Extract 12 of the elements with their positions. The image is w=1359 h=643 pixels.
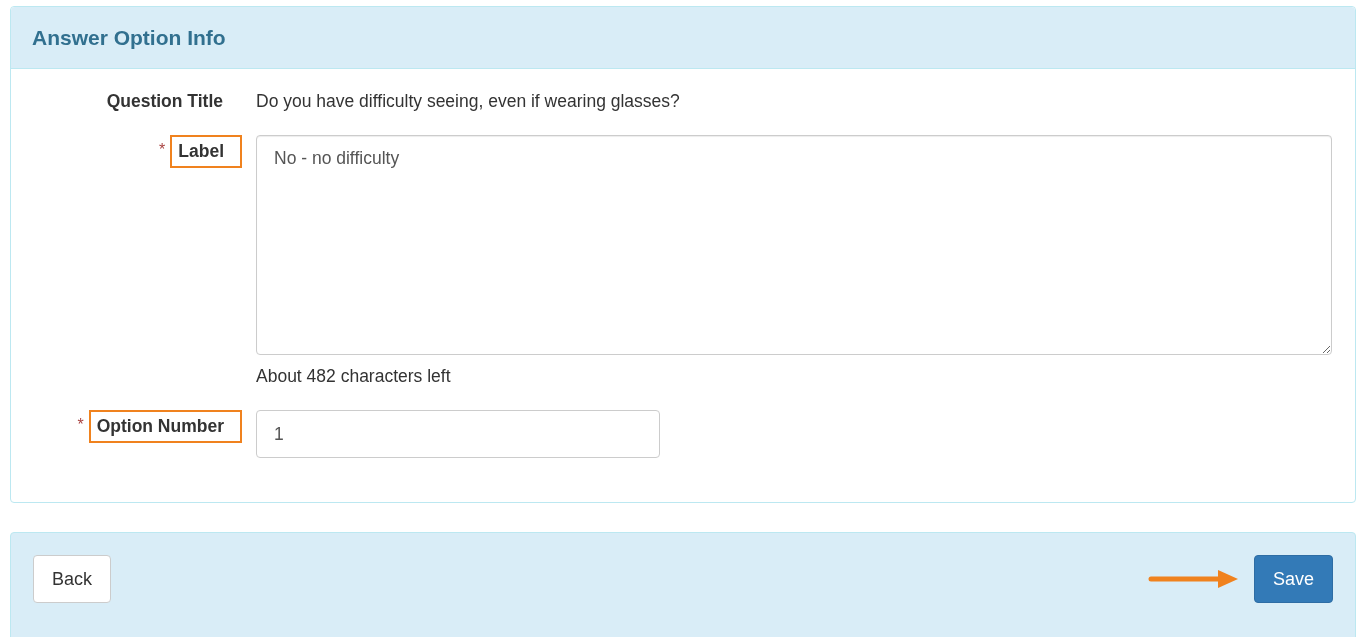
back-button[interactable]: Back bbox=[33, 555, 112, 603]
required-mark: * bbox=[77, 416, 84, 434]
field-label: Question Title bbox=[106, 91, 223, 112]
field-label: Option Number bbox=[88, 410, 242, 443]
option-number-field[interactable]: 1 bbox=[256, 410, 660, 458]
label-textarea[interactable]: No - no difficulty bbox=[256, 135, 1332, 355]
question-text: Do you have difficulty seeing, even if wearing glasses? bbox=[256, 91, 681, 112]
characters-left-text: About 482 characters left bbox=[256, 366, 452, 387]
panel-title: Answer Option Info bbox=[32, 25, 226, 50]
save-button[interactable]: Save bbox=[1253, 555, 1333, 603]
field-label: Label bbox=[170, 135, 242, 168]
required-mark: * bbox=[159, 141, 166, 159]
